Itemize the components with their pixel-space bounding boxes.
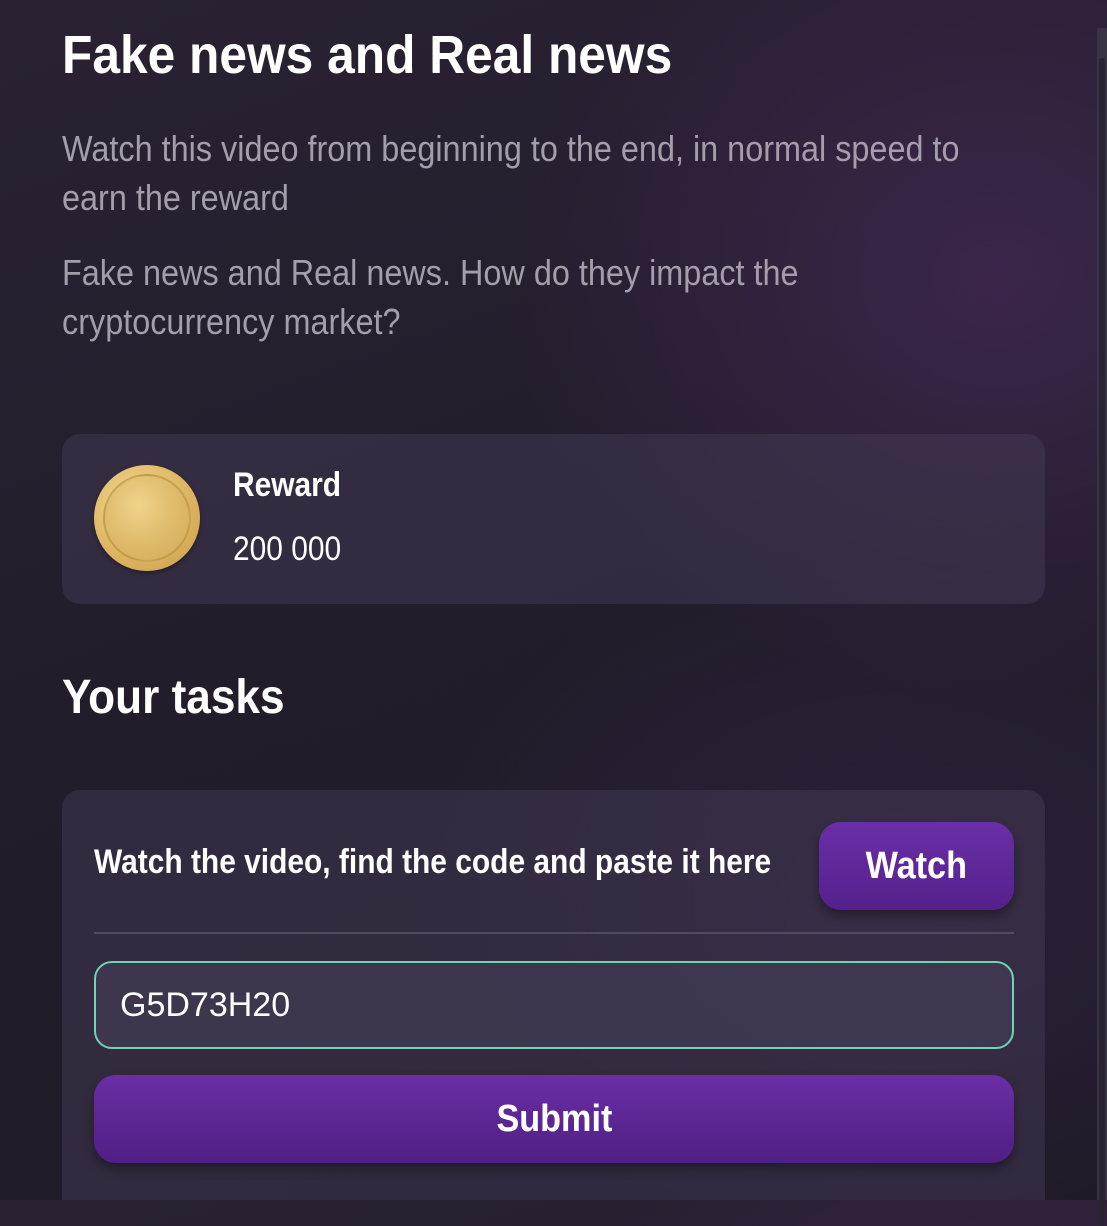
scrollbar-thumb[interactable] (1099, 58, 1105, 1226)
submit-button[interactable]: Submit (94, 1075, 1014, 1163)
code-input[interactable] (94, 961, 1014, 1049)
task-card: Watch the video, find the code and paste… (62, 790, 1045, 1200)
watch-button[interactable]: Watch (819, 822, 1014, 910)
gold-coin-icon (94, 465, 200, 571)
submit-button-label: Submit (496, 1097, 612, 1140)
description-text: Fake news and Real news. How do they imp… (62, 252, 799, 342)
tasks-section-title: Your tasks (62, 671, 285, 724)
task-description: Watch the video, find the code and paste… (94, 843, 772, 881)
watch-button-label: Watch (865, 844, 968, 887)
reward-label: Reward (233, 466, 342, 504)
scrollbar-track[interactable] (1097, 28, 1107, 1226)
reward-card: Reward 200 000 (62, 434, 1045, 604)
divider (94, 932, 1014, 934)
instructions-text: Watch this video from beginning to the e… (62, 128, 960, 218)
reward-amount: 200 000 (233, 530, 342, 568)
page-title: Fake news and Real news (62, 25, 673, 85)
gold-coin-inner (103, 474, 191, 562)
